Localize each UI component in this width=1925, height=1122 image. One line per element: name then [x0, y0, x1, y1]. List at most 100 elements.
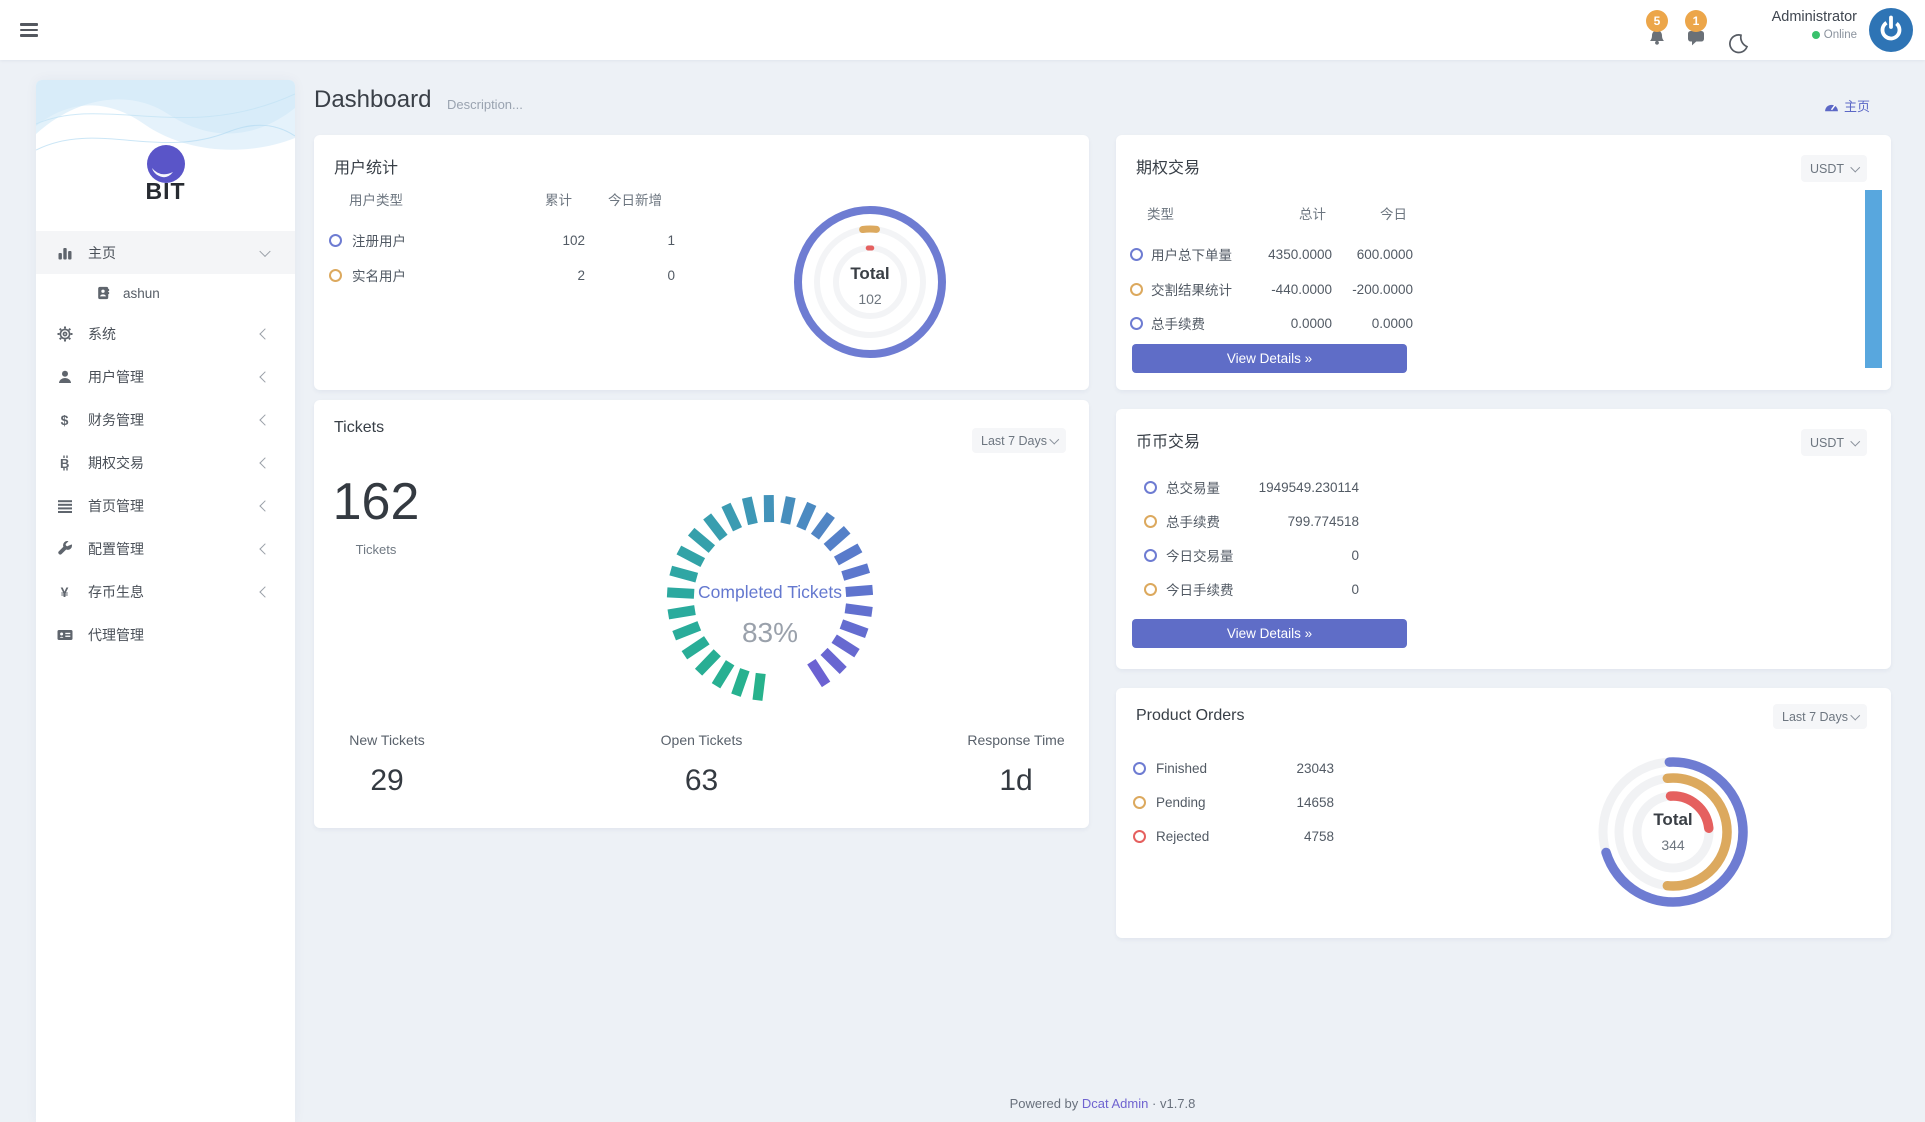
table-row: 今日手续费 0 — [1144, 572, 1359, 606]
series-marker-icon — [1130, 317, 1143, 330]
series-marker-icon — [1130, 248, 1143, 261]
donut-center-label: Total — [1588, 810, 1758, 830]
sidebar-item-label: 系统 — [88, 324, 116, 344]
currency-select[interactable]: USDT — [1801, 155, 1867, 182]
breadcrumb[interactable]: 主页 — [1824, 96, 1870, 115]
sidebar-item-user-management[interactable]: 用户管理 — [36, 355, 295, 398]
wrench-icon — [56, 541, 73, 557]
stat-new-tickets: New Tickets 29 — [332, 732, 442, 798]
footer-version: v1.7.8 — [1160, 1096, 1195, 1111]
tickets-total-value: 162 — [326, 472, 426, 532]
tickets-total-label: Tickets — [326, 542, 426, 557]
table-row: 注册用户 102 1 — [329, 223, 675, 257]
user-name: Administrator — [1772, 9, 1857, 25]
sidebar-item-label: 期权交易 — [88, 453, 144, 473]
sidebar-item-label: 配置管理 — [88, 539, 144, 559]
tickets-card: Tickets Last 7 Days 162 Tickets Complete… — [314, 400, 1089, 828]
table-row: 总手续费 0.0000 0.0000 — [1130, 306, 1413, 340]
sidebar-item-label: 财务管理 — [88, 410, 144, 430]
sidebar-item-label: 代理管理 — [88, 625, 144, 645]
card-title: Tickets — [334, 419, 384, 437]
series-marker-icon — [329, 234, 342, 247]
series-marker-icon — [1130, 283, 1143, 296]
user-menu[interactable]: Administrator Online — [1772, 9, 1857, 41]
notifications-bell[interactable]: 5 — [1643, 8, 1673, 50]
stat-response-time: Response Time 1d — [961, 732, 1071, 798]
series-marker-icon — [1144, 481, 1157, 494]
chevron-left-icon — [259, 371, 270, 382]
currency-select[interactable]: USDT — [1801, 429, 1867, 456]
dcat-admin-link[interactable]: Dcat Admin — [1082, 1096, 1148, 1111]
table-row: 实名用户 2 0 — [329, 258, 675, 292]
gauge-value: 83% — [662, 617, 878, 649]
table-row: 交割结果统计 -440.0000 -200.0000 — [1130, 272, 1413, 306]
sidebar-item-label: ashun — [123, 286, 160, 301]
sidebar-subitem-ashun[interactable]: ashun — [36, 274, 295, 312]
sidebar-item-home[interactable]: 主页 — [36, 231, 295, 274]
sidebar-item-options-trading[interactable]: B 期权交易 — [36, 441, 295, 484]
completed-tickets-gauge: Completed Tickets 83% — [662, 490, 878, 706]
date-range-select[interactable]: Last 7 Days — [1773, 704, 1867, 729]
messages[interactable]: 1 — [1682, 8, 1712, 50]
donut-center-label: Total — [790, 264, 950, 284]
user-stats-card: 用户统计 用户类型 累计 今日新增 注册用户 102 1 实名用户 2 0 To… — [314, 135, 1089, 390]
card-title: 用户统计 — [334, 154, 398, 178]
tickets-stats-row: New Tickets 29 Open Tickets 63 Response … — [314, 732, 1089, 798]
table-row: Finished 23043 — [1133, 751, 1334, 785]
card-title: 币币交易 — [1136, 428, 1200, 452]
sidebar: BIT 主页 ashun 系统 用户管理 — [36, 80, 295, 1122]
options-bar-chart — [1865, 190, 1882, 368]
sidebar-item-config-management[interactable]: 配置管理 — [36, 527, 295, 570]
gauge-label: Completed Tickets — [662, 582, 878, 603]
user-status: Online — [1772, 29, 1857, 41]
sidebar-item-label: 首页管理 — [88, 496, 144, 516]
chevron-left-icon — [259, 457, 270, 468]
user-stats-donut-chart: Total 102 — [790, 202, 950, 362]
dark-mode-toggle[interactable] — [1722, 16, 1752, 58]
sidebar-item-agent-management[interactable]: 代理管理 — [36, 613, 295, 656]
series-marker-icon — [1133, 796, 1146, 809]
view-details-button[interactable]: View Details » — [1132, 619, 1407, 648]
gear-icon — [56, 326, 73, 342]
bell-badge: 5 — [1646, 10, 1668, 32]
chevron-down-icon — [1850, 436, 1859, 445]
table-row: Pending 14658 — [1133, 785, 1334, 819]
sidebar-item-finance-management[interactable]: $ 财务管理 — [36, 398, 295, 441]
app-logo[interactable] — [1869, 8, 1913, 52]
page-subtitle: Description... — [447, 97, 523, 112]
product-orders-radial-chart: Total 344 — [1588, 747, 1758, 917]
sidebar-item-homepage-management[interactable]: 首页管理 — [36, 484, 295, 527]
sidebar-item-deposit-interest[interactable]: ¥ 存币生息 — [36, 570, 295, 613]
footer: Powered by Dcat Admin · v1.7.8 — [314, 1096, 1891, 1111]
table-row: Rejected 4758 — [1133, 819, 1334, 853]
series-marker-icon — [1144, 549, 1157, 562]
hamburger-menu-icon[interactable] — [20, 23, 38, 37]
view-details-button[interactable]: View Details » — [1132, 344, 1407, 373]
card-title: Product Orders — [1136, 707, 1244, 725]
date-range-select[interactable]: Last 7 Days — [972, 428, 1066, 453]
footer-separator: · — [1152, 1096, 1156, 1111]
series-marker-icon — [1144, 583, 1157, 596]
chevron-down-icon — [1049, 434, 1058, 443]
sidebar-item-label: 用户管理 — [88, 367, 144, 387]
sidebar-item-label: 存币生息 — [88, 582, 144, 602]
chevron-left-icon — [259, 414, 270, 425]
page-title: Dashboard — [314, 86, 431, 114]
card-title: 期权交易 — [1136, 154, 1200, 178]
options-table-header: 类型 总计 今日 — [1147, 203, 1407, 223]
bitcoin-icon: B — [56, 455, 73, 471]
list-icon — [56, 498, 73, 514]
table-row: 总交易量 1949549.230114 — [1144, 470, 1359, 504]
series-marker-icon — [1133, 762, 1146, 775]
user-icon — [56, 369, 73, 385]
stat-open-tickets: Open Tickets 63 — [647, 732, 757, 798]
chevron-left-icon — [259, 586, 270, 597]
message-badge: 1 — [1685, 10, 1707, 32]
user-stats-table-header: 用户类型 累计 今日新增 — [349, 189, 662, 209]
sidebar-item-label: 主页 — [88, 243, 116, 263]
sidebar-menu: 主页 ashun 系统 用户管理 $ 财务管理 — [36, 231, 295, 656]
address-book-icon — [94, 286, 111, 300]
donut-center-value: 102 — [790, 291, 950, 307]
sidebar-item-system[interactable]: 系统 — [36, 312, 295, 355]
series-marker-icon — [1133, 830, 1146, 843]
